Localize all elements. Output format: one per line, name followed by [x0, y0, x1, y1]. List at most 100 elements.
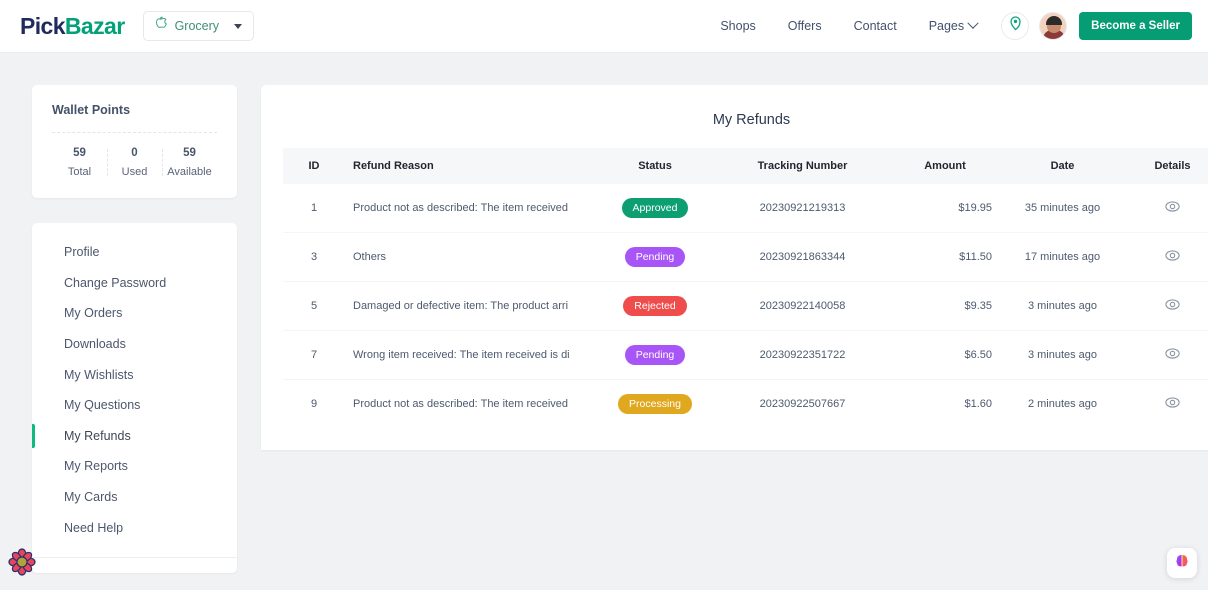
table-row[interactable]: 5 Damaged or defective item: The product… [283, 281, 1208, 331]
column-header-refund-reason[interactable]: Refund Reason [345, 148, 595, 184]
table-row[interactable]: 1 Product not as described: The item rec… [283, 184, 1208, 233]
sidebar-item-downloads[interactable]: Downloads [32, 329, 237, 360]
become-a-seller-button[interactable]: Become a Seller [1079, 12, 1192, 40]
sidebar-item-need-help[interactable]: Need Help [32, 512, 237, 543]
column-header-amount[interactable]: Amount [890, 148, 1000, 184]
chevron-down-icon [234, 23, 243, 29]
cell-details[interactable] [1125, 232, 1208, 282]
wallet-stat-value: 59 [183, 147, 196, 159]
cell-amount: $6.50 [890, 330, 1000, 380]
column-header-status[interactable]: Status [595, 148, 715, 184]
wallet-stat-total: 59 Total [52, 147, 107, 178]
account-menu-footer: Logout [32, 556, 237, 573]
page-body: Wallet Points 59 Total 0 Used 59 Availab… [0, 53, 1208, 590]
category-selector[interactable]: Grocery [142, 11, 255, 41]
nav-item-shops[interactable]: Shops [704, 19, 771, 33]
nav-item-pages[interactable]: Pages [913, 17, 993, 33]
status-badge: Rejected [623, 296, 687, 316]
page-title: My Refunds [712, 112, 791, 128]
cell-refund-reason: Damaged or defective item: The product a… [345, 281, 595, 331]
table-body: 1 Product not as described: The item rec… [283, 184, 1208, 428]
cell-id: 3 [283, 232, 345, 282]
sidebar-item-change-password[interactable]: Change Password [32, 268, 237, 299]
refunds-panel: My Refunds ID Refund Reason Status Track… [261, 85, 1208, 450]
column-header-tracking-number[interactable]: Tracking Number [715, 148, 890, 184]
cell-tracking-number: 20230922140058 [715, 281, 890, 331]
table-row[interactable]: 3 Others Pending 20230921863344 $11.50 1… [283, 232, 1208, 282]
cell-details[interactable] [1125, 281, 1208, 331]
avatar-hair [1046, 16, 1063, 25]
status-badge: Pending [624, 345, 686, 365]
eye-icon[interactable] [1165, 299, 1180, 313]
wallet-stat-value: 59 [73, 147, 86, 159]
column-header-date[interactable]: Date [1000, 148, 1125, 184]
table-row[interactable]: 7 Wrong item received: The item received… [283, 330, 1208, 380]
cell-details[interactable] [1125, 379, 1208, 428]
nav-label: Contact [853, 19, 897, 33]
cell-date: 3 minutes ago [1000, 281, 1125, 331]
cell-status: Pending [595, 330, 715, 380]
wallet-stat-available: 59 Available [162, 147, 217, 178]
eye-icon[interactable] [1165, 348, 1180, 362]
cell-refund-reason: Product not as described: The item recei… [353, 202, 569, 214]
sidebar-item-label: Downloads [64, 337, 126, 352]
wallet-stats: 59 Total 0 Used 59 Available [52, 147, 217, 178]
nav-label: Pages [928, 19, 965, 33]
logo-text-bazar: Bazar [64, 12, 125, 39]
cell-tracking-number: 20230922351722 [715, 330, 890, 380]
eye-icon[interactable] [1165, 201, 1180, 215]
cell-refund-reason: Wrong item received: The item received i… [345, 330, 595, 380]
site-logo[interactable]: PickBazar [20, 13, 125, 40]
sidebar-item-my-refunds[interactable]: My Refunds [32, 421, 237, 452]
cell-id: 9 [283, 379, 345, 428]
nav-label: Shops [720, 19, 756, 33]
location-button[interactable] [1001, 12, 1030, 40]
sidebar-item-label: Need Help [64, 520, 124, 535]
refunds-table: ID Refund Reason Status Tracking Number … [283, 148, 1208, 428]
sidebar-item-my-wishlists[interactable]: My Wishlists [32, 359, 237, 390]
cell-amount: $11.50 [890, 232, 1000, 282]
nav-item-offers[interactable]: Offers [772, 19, 838, 33]
eye-icon[interactable] [1165, 397, 1180, 411]
status-badge: Approved [621, 198, 689, 218]
sidebar-item-my-orders[interactable]: My Orders [32, 298, 237, 329]
cell-status: Processing [595, 379, 715, 428]
cell-amount: $1.60 [890, 379, 1000, 428]
cell-details[interactable] [1125, 184, 1208, 233]
logo-text-pick: Pick [20, 12, 66, 39]
ai-assistant-button[interactable] [1167, 548, 1197, 578]
cell-tracking-number: 20230921219313 [759, 202, 846, 214]
sidebar-item-label: My Refunds [64, 428, 131, 443]
avatar[interactable] [1039, 12, 1068, 40]
table-row[interactable]: 9 Product not as described: The item rec… [283, 379, 1208, 428]
nav-label: Offers [787, 19, 822, 33]
account-menu-list: Profile Change Password My Orders Downlo… [32, 237, 237, 543]
sidebar-item-label: Profile [64, 245, 100, 260]
sidebar-item-label: My Cards [64, 490, 118, 505]
cell-tracking-number: 20230921863344 [715, 232, 890, 282]
sidebar-item-logout[interactable]: Logout [32, 572, 237, 573]
cell-details[interactable] [1125, 330, 1208, 380]
cell-amount: $19.95 [958, 202, 992, 214]
cell-date: 35 minutes ago [1024, 202, 1101, 214]
sidebar-item-my-reports[interactable]: My Reports [32, 451, 237, 482]
sidebar-item-label: Change Password [64, 275, 167, 290]
nav-item-contact[interactable]: Contact [838, 19, 913, 33]
column-header-id[interactable]: ID [283, 148, 345, 184]
chevron-down-icon [967, 17, 979, 29]
map-pin-icon [1009, 16, 1022, 36]
eye-icon[interactable] [1165, 250, 1180, 264]
status-badge: Processing [618, 394, 692, 414]
cell-amount: $9.35 [890, 281, 1000, 331]
sidebar-item-profile[interactable]: Profile [32, 237, 237, 268]
column-header-details[interactable]: Details [1125, 148, 1208, 184]
flower-extension-icon[interactable] [7, 547, 37, 577]
account-menu-card: Profile Change Password My Orders Downlo… [32, 223, 237, 573]
sidebar-item-my-questions[interactable]: My Questions [32, 390, 237, 421]
sidebar-item-my-cards[interactable]: My Cards [32, 482, 237, 513]
sidebar-item-label: My Reports [64, 459, 128, 474]
ai-brain-icon [1173, 552, 1191, 575]
cell-status: Rejected [595, 281, 715, 331]
wallet-stat-label: Total [67, 166, 92, 178]
status-badge: Pending [624, 247, 686, 267]
